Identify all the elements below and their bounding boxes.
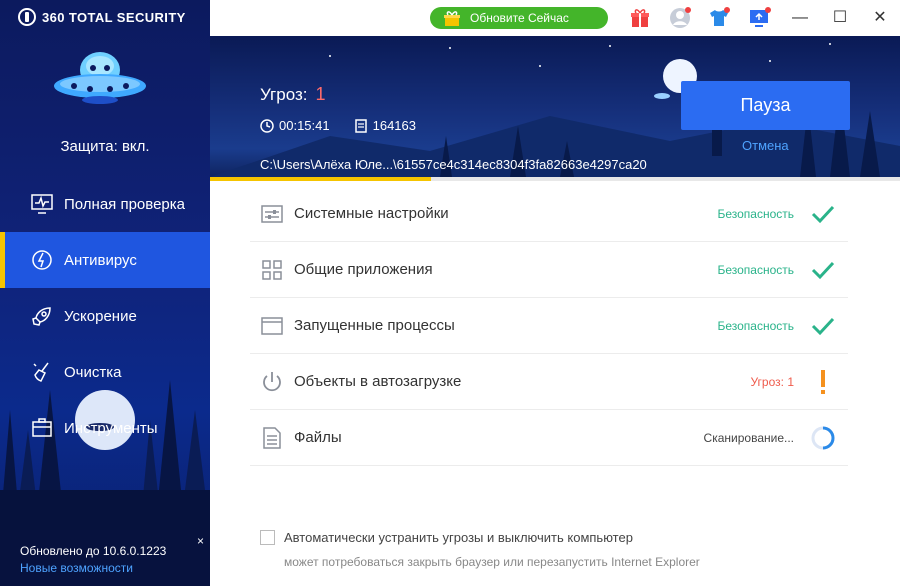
remote-screen-icon[interactable] bbox=[747, 6, 771, 30]
broom-icon bbox=[33, 362, 49, 382]
clock-icon bbox=[260, 118, 274, 133]
settings-sliders-icon bbox=[261, 204, 283, 223]
loading-spinner-icon bbox=[811, 426, 835, 449]
sidebar: 360 TOTAL SECURITY Защита: вкл. Полная п… bbox=[0, 0, 210, 586]
title-bar: Обновите Сейчас — ☐ ✕ bbox=[210, 0, 900, 36]
brand-name: 360 TOTAL SECURITY bbox=[42, 9, 186, 25]
sidebar-item-label: Очистка bbox=[64, 363, 122, 381]
item-status: Угроз: 1 bbox=[750, 374, 794, 389]
scan-header: Угроз: 1 00:15:41 164163 C:\Users\Алёха Ю… bbox=[210, 36, 900, 177]
sidebar-item-full-scan[interactable]: Полная проверка bbox=[0, 176, 210, 232]
item-status: Безопасность bbox=[717, 206, 794, 221]
scan-progress-bar bbox=[210, 177, 900, 181]
sidebar-item-antivirus[interactable]: Антивирус bbox=[0, 232, 210, 288]
update-info: Обновлено до 10.6.0.1223 Новые возможнос… bbox=[0, 530, 210, 586]
warning-exclamation-icon bbox=[821, 369, 825, 394]
item-label: Файлы bbox=[294, 429, 342, 446]
item-status: Безопасность bbox=[717, 318, 794, 333]
auto-fix-checkbox[interactable] bbox=[260, 530, 275, 545]
sidebar-item-label: Полная проверка bbox=[64, 195, 185, 213]
rocket-icon bbox=[32, 307, 51, 326]
list-item-startup: Объекты в автозагрузке Угроз: 1 bbox=[250, 354, 848, 410]
sidebar-item-tools[interactable]: Инструменты bbox=[0, 400, 210, 456]
list-item-system-settings: Системные настройки Безопасность bbox=[250, 186, 848, 242]
ufo-mascot-icon bbox=[54, 52, 146, 104]
list-item-files: Файлы Сканирование... bbox=[250, 410, 848, 466]
sidebar-item-label: Антивирус bbox=[64, 251, 137, 269]
checkmark-icon bbox=[811, 205, 835, 223]
threats-heading: Угроз: 1 bbox=[260, 84, 326, 105]
brand-logo: 360 TOTAL SECURITY bbox=[18, 8, 186, 26]
scan-meta: 00:15:41 164163 bbox=[260, 118, 416, 133]
item-label: Системные настройки bbox=[294, 205, 449, 222]
brand-logo-icon bbox=[18, 8, 36, 26]
cancel-link[interactable]: Отмена bbox=[742, 138, 789, 153]
pause-button[interactable]: Пауза bbox=[681, 81, 850, 130]
checkmark-icon bbox=[811, 317, 835, 335]
window-icon bbox=[261, 316, 283, 335]
version-text: Обновлено до 10.6.0.1223 bbox=[20, 544, 167, 558]
sidebar-item-speedup[interactable]: Ускорение bbox=[0, 288, 210, 344]
gift-icon[interactable] bbox=[628, 6, 652, 30]
update-gift-icon bbox=[444, 11, 460, 26]
update-now-label: Обновите Сейчас bbox=[470, 11, 569, 25]
tshirt-skin-icon[interactable] bbox=[707, 6, 731, 30]
elapsed-time: 00:15:41 bbox=[279, 118, 330, 133]
threats-label: Угроз: bbox=[260, 85, 308, 104]
close-button[interactable]: ✕ bbox=[868, 6, 892, 30]
scanned-files-count: 164163 bbox=[372, 118, 416, 133]
update-now-button[interactable]: Обновите Сейчас bbox=[430, 7, 608, 29]
auto-fix-label: Автоматически устранить угрозы и выключи… bbox=[284, 530, 633, 545]
document-icon bbox=[263, 426, 281, 449]
item-label: Запущенные процессы bbox=[294, 317, 455, 334]
sidebar-item-cleanup[interactable]: Очистка bbox=[0, 344, 210, 400]
item-label: Объекты в автозагрузке bbox=[294, 373, 462, 390]
item-status: Сканирование... bbox=[703, 430, 794, 445]
scan-progress-fill bbox=[210, 177, 431, 181]
checkmark-icon bbox=[811, 261, 835, 279]
browser-note: может потребоваться закрыть браузер или … bbox=[284, 555, 700, 569]
file-count-icon bbox=[354, 118, 367, 133]
threats-count: 1 bbox=[315, 84, 326, 104]
user-avatar-icon[interactable] bbox=[668, 6, 692, 30]
maximize-button[interactable]: ☐ bbox=[828, 6, 852, 30]
minimize-button[interactable]: — bbox=[788, 6, 812, 30]
auto-fix-option[interactable]: Автоматически устранить угрозы и выключи… bbox=[260, 530, 633, 545]
update-close-icon[interactable]: × bbox=[197, 534, 204, 548]
item-status: Безопасность bbox=[717, 262, 794, 277]
protection-status: Защита: вкл. bbox=[60, 138, 150, 155]
sidebar-item-label: Инструменты bbox=[64, 419, 158, 437]
item-label: Общие приложения bbox=[294, 261, 433, 278]
list-item-processes: Запущенные процессы Безопасность bbox=[250, 298, 848, 354]
list-item-apps: Общие приложения Безопасность bbox=[250, 242, 848, 298]
whats-new-link[interactable]: Новые возможности bbox=[20, 561, 210, 575]
current-file-path: C:\Users\Алёха Юле...\61557ce4c314ec8304… bbox=[260, 157, 647, 172]
sidebar-item-label: Ускорение bbox=[64, 307, 137, 325]
monitor-pulse-icon bbox=[31, 194, 53, 214]
bolt-shield-icon bbox=[32, 250, 52, 270]
toolbox-icon bbox=[32, 418, 52, 437]
scan-items-list: Системные настройки Безопасность Общие п… bbox=[250, 186, 848, 466]
power-icon bbox=[263, 371, 281, 391]
sidebar-nav: Полная проверка Антивирус Ускорение Очис… bbox=[0, 176, 210, 456]
app-grid-icon bbox=[262, 259, 282, 280]
